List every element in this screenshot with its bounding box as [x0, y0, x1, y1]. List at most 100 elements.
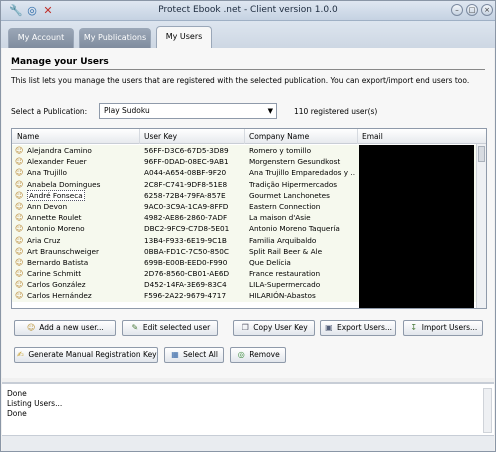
cell-name: Anabela Domingues	[27, 179, 101, 189]
section-heading: Manage your Users	[11, 57, 109, 67]
user-add-icon: ☺	[27, 323, 36, 332]
publication-select[interactable]: Play Sudoku ▼	[99, 103, 277, 119]
log-line: Done	[7, 409, 27, 418]
cell-company: Morgenstern Gesundkost	[249, 157, 341, 167]
cell-company: LILA-Supermercado	[249, 280, 321, 290]
cell-user-key: 13B4-F933-6E19-9C1B	[144, 235, 227, 245]
cell-name: Alexander Feuer	[27, 157, 87, 167]
cell-user-key: 96FF-0DAD-08EC-9AB1	[144, 157, 229, 167]
cell-name: Art Braunschweiger	[27, 246, 99, 256]
column-user-key[interactable]: User Key	[144, 132, 177, 141]
export-users-button[interactable]: ▣ Export Users...	[320, 320, 396, 336]
users-list[interactable]: Name User Key Company Name Email ☺ Alejan…	[11, 128, 487, 309]
cell-company: Tradição Hipermercados	[249, 179, 338, 189]
user-icon: ☺	[15, 269, 24, 279]
copy-icon: ❐	[241, 323, 249, 332]
cell-company: Ana Trujillo Emparedados y ...	[249, 168, 355, 178]
user-icon: ☺	[15, 179, 24, 189]
publication-label: Select a Publication:	[11, 107, 88, 116]
list-scrollbar[interactable]	[476, 144, 486, 308]
cell-company: France restauration	[249, 269, 321, 279]
user-icon: ☺	[15, 224, 24, 234]
cell-company: Familia Arquibaldo	[249, 235, 317, 245]
heading-divider	[11, 69, 485, 70]
scrollbar-thumb[interactable]	[478, 146, 485, 162]
tab-bar: My Account My Publications My Users	[1, 21, 495, 48]
user-icon: ☺	[15, 257, 24, 267]
user-icon: ☺	[15, 190, 24, 200]
user-icon: ☺	[15, 280, 24, 290]
user-icon: ☺	[15, 168, 24, 178]
remove-button[interactable]: ◎ Remove	[230, 347, 286, 363]
cell-user-key: 9AC0-3C9A-1CA9-8FFD	[144, 201, 229, 211]
import-users-button[interactable]: ↧ Import Users...	[403, 320, 483, 336]
log-line: Done	[7, 389, 27, 398]
add-user-button[interactable]: ☺ Add a new user...	[14, 320, 116, 336]
key-icon: ✍	[17, 350, 24, 359]
list-header: Name User Key Company Name Email	[12, 129, 486, 144]
column-email[interactable]: Email	[362, 132, 383, 141]
cell-name: Bernardo Batista	[27, 257, 89, 267]
section-description: This list lets you manage the users that…	[11, 76, 470, 85]
close-button[interactable]: ×	[481, 4, 493, 16]
cell-company: Split Rail Beer & Ale	[249, 246, 323, 256]
generate-key-button[interactable]: ✍ Generate Manual Registration Key	[14, 347, 158, 363]
cell-company: Romero y tomillo	[249, 146, 312, 155]
cell-name: Alejandra Camino	[27, 146, 92, 155]
cell-user-key: 699B-E00B-EED0-F990	[144, 257, 228, 267]
email-column-redacted	[359, 145, 474, 308]
cell-name: Ana Trujillo	[27, 168, 67, 178]
cell-name: Aria Cruz	[27, 235, 61, 245]
cell-name: André Fonseca	[27, 189, 85, 201]
cell-user-key: 2C8F-C741-9DF8-51E8	[144, 179, 228, 189]
chevron-down-icon: ▼	[267, 107, 273, 115]
user-icon: ☺	[15, 291, 24, 301]
status-bar	[2, 435, 494, 451]
log-scrollbar[interactable]	[483, 388, 492, 433]
column-name[interactable]: Name	[17, 132, 39, 141]
user-icon: ☺	[15, 246, 24, 256]
cell-company: Antonio Moreno Taquería	[249, 224, 340, 234]
cell-name: Carine Schmitt	[27, 269, 82, 279]
cell-name: Antonio Moreno	[27, 224, 85, 234]
cell-user-key: A044-A654-08BF-9F20	[144, 168, 227, 178]
cell-company: HILARIÓN-Abastos	[249, 291, 316, 301]
cell-company: Eastern Connection	[249, 201, 321, 211]
tab-my-users[interactable]: My Users	[156, 26, 212, 48]
tab-my-account[interactable]: My Account	[8, 28, 74, 48]
select-all-button[interactable]: ▦ Select All	[164, 347, 224, 363]
users-panel: Manage your Users This list lets you man…	[2, 48, 494, 378]
import-icon: ↧	[410, 323, 418, 332]
column-company-name[interactable]: Company Name	[249, 132, 309, 141]
user-icon: ☺	[15, 213, 24, 223]
cell-company: Gourmet Lanchonetes	[249, 190, 330, 200]
minimize-button[interactable]: –	[451, 4, 463, 16]
tab-my-publications[interactable]: My Publications	[79, 28, 151, 48]
cell-company: Que Delícia	[249, 257, 291, 267]
remove-icon: ◎	[237, 350, 245, 359]
cell-name: Annette Roulet	[27, 213, 82, 223]
cell-user-key: F596-2A22-9679-4717	[144, 291, 227, 301]
main-window: 🔧 ◎ ✕ Protect Ebook .net - Client versio…	[0, 0, 496, 452]
user-icon: ☺	[15, 235, 24, 245]
title-bar: 🔧 ◎ ✕ Protect Ebook .net - Client versio…	[1, 1, 495, 21]
log-panel[interactable]: Done Listing Users... Done	[2, 382, 494, 435]
edit-user-button[interactable]: ✎ Edit selected user	[122, 320, 218, 336]
cell-user-key: 6258-72B4-79FA-857E	[144, 190, 226, 200]
cell-name: Carlos González	[27, 280, 86, 290]
cell-user-key: 4982-AE86-2860-7ADF	[144, 213, 228, 223]
maximize-button[interactable]: □	[466, 4, 478, 16]
edit-icon: ✎	[131, 323, 139, 332]
copy-user-key-button[interactable]: ❐ Copy User Key	[233, 320, 315, 336]
publication-select-value: Play Sudoku	[104, 106, 150, 115]
user-icon: ☺	[15, 201, 24, 211]
cell-company: La maison d'Asie	[249, 213, 311, 223]
log-line: Listing Users...	[7, 399, 63, 408]
cell-user-key: D452-14FA-3E69-83C4	[144, 280, 227, 290]
cell-user-key: 2D76-8560-CB01-AE6D	[144, 269, 230, 279]
cell-name: Ann Devon	[27, 201, 68, 211]
save-icon: ▣	[325, 323, 333, 332]
cell-user-key: 56FF-D3C6-67D5-3D89	[144, 146, 229, 155]
select-all-icon: ▦	[171, 350, 179, 359]
user-icon: ☺	[15, 146, 24, 155]
